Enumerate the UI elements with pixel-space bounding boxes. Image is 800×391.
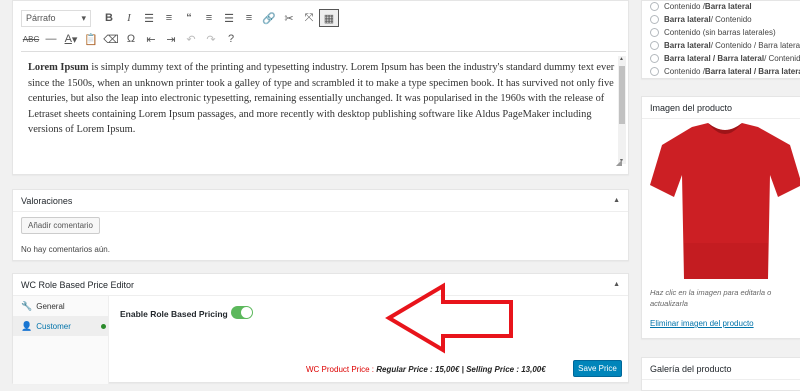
bold-icon[interactable]: B bbox=[99, 9, 119, 27]
unlink-icon[interactable]: ✂ bbox=[279, 9, 299, 27]
clear-formatting-icon[interactable]: ⌫ bbox=[101, 30, 121, 48]
blockquote-icon[interactable]: “ bbox=[179, 9, 199, 27]
role-price-title: WC Role Based Price Editor bbox=[21, 279, 135, 290]
remove-image-link[interactable]: Eliminar imagen del producto bbox=[650, 319, 754, 328]
scrollbar-thumb[interactable] bbox=[619, 66, 625, 124]
wc-product-price: WC Product Price : Regular Price : 15,00… bbox=[306, 365, 546, 374]
format-select[interactable]: Párrafo ▾ bbox=[21, 9, 91, 27]
price-detail: Regular Price : 15,00€ | Selling Price :… bbox=[376, 365, 546, 374]
italic-icon[interactable]: I bbox=[119, 9, 139, 27]
editor-text-area[interactable]: Lorem Ipsum is simply dummy text of the … bbox=[21, 51, 626, 171]
radio-button[interactable] bbox=[650, 54, 659, 63]
radio-button[interactable] bbox=[650, 15, 659, 24]
radio-button[interactable] bbox=[650, 67, 659, 76]
numbered-list-icon[interactable]: ≡ bbox=[159, 9, 179, 27]
template-option-label-b: / Contenido / Barra lateral bbox=[710, 41, 800, 50]
template-option-label-b: / Contenido bbox=[710, 15, 752, 24]
role-tabs: 🔧 General 👤 Customer bbox=[13, 296, 109, 384]
tab-customer[interactable]: 👤 Customer bbox=[13, 316, 108, 336]
link-icon[interactable]: 🔗 bbox=[259, 9, 279, 27]
resize-handle-icon[interactable]: ◢ bbox=[616, 158, 622, 167]
undo-icon[interactable]: ↶ bbox=[181, 30, 201, 48]
template-option[interactable]: Barra lateral / Contenido / Barra latera… bbox=[650, 41, 800, 50]
product-gallery-header[interactable]: Galería del producto bbox=[642, 358, 800, 380]
collapse-arrow-icon[interactable]: ▲ bbox=[613, 197, 620, 204]
template-option[interactable]: Barra lateral / Barra lateral / Contenid… bbox=[650, 54, 800, 63]
status-dot bbox=[100, 323, 106, 329]
toggle-knob bbox=[241, 307, 252, 318]
image-help-text: Haz clic en la imagen para editarla o ac… bbox=[650, 288, 772, 308]
radio-button[interactable] bbox=[650, 41, 659, 50]
role-price-header[interactable]: WC Role Based Price Editor ▲ bbox=[13, 274, 628, 296]
strikethrough-icon[interactable]: ABC bbox=[21, 30, 41, 48]
outdent-icon[interactable]: ⇤ bbox=[141, 30, 161, 48]
product-image-header[interactable]: Imagen del producto bbox=[642, 97, 800, 119]
template-option-label-a: Barra lateral bbox=[664, 41, 711, 50]
reviews-panel: Valoraciones ▲ Añadir comentario No hay … bbox=[12, 189, 629, 261]
product-gallery-title: Galería del producto bbox=[650, 363, 732, 374]
tab-customer-label: Customer bbox=[36, 321, 71, 331]
user-icon: 👤 bbox=[21, 320, 33, 331]
enable-role-pricing-toggle[interactable] bbox=[231, 306, 253, 319]
align-center-icon[interactable]: ☰ bbox=[219, 9, 239, 27]
reviews-title: Valoraciones bbox=[21, 195, 73, 206]
template-option[interactable]: Contenido / Barra lateral bbox=[650, 2, 752, 11]
product-gallery-panel: Galería del producto bbox=[641, 357, 800, 391]
no-comments-text: No hay comentarios aún. bbox=[21, 245, 110, 254]
template-option-label-a: Contenido / bbox=[664, 67, 705, 76]
bulleted-list-icon[interactable]: ☰ bbox=[139, 9, 159, 27]
template-option-label-a: Barra lateral bbox=[664, 15, 711, 24]
save-price-button[interactable]: Save Price bbox=[573, 360, 622, 377]
template-option-label-b: Barra lateral bbox=[704, 2, 752, 11]
role-price-editor-panel: WC Role Based Price Editor ▲ 🔧 General 👤… bbox=[12, 273, 629, 384]
text-color-icon[interactable]: A ▾ bbox=[61, 30, 81, 48]
template-option[interactable]: Barra lateral / Contenido bbox=[650, 15, 752, 24]
product-image-panel: Imagen del producto Haz clic en la image… bbox=[641, 96, 800, 339]
page-template-panel: Contenido / Barra lateral Barra lateral … bbox=[641, 0, 800, 79]
red-arrow-annotation bbox=[385, 282, 513, 354]
template-option[interactable]: Contenido / Barra lateral / Barra latera… bbox=[650, 67, 800, 76]
tab-general[interactable]: 🔧 General bbox=[13, 296, 108, 316]
enable-role-pricing-label: Enable Role Based Pricing bbox=[120, 309, 228, 319]
scroll-up-icon[interactable]: ▲ bbox=[619, 56, 624, 62]
editor-toolbar-row-2: ABC — A ▾ 📋 ⌫ Ω ⇤ ⇥ ↶ ↷ ? bbox=[21, 30, 241, 48]
price-prefix: WC Product Price : bbox=[306, 365, 377, 374]
help-icon[interactable]: ? bbox=[221, 30, 241, 48]
product-image-title: Imagen del producto bbox=[650, 102, 733, 113]
radio-button[interactable] bbox=[650, 2, 659, 11]
editor-content-bold: Lorem Ipsum bbox=[28, 62, 89, 73]
editor-toolbar-row-1: Párrafo ▾ B I ☰ ≡ “ ≡ ☰ ≡ 🔗 ✂ ⤧ ▦ bbox=[21, 9, 339, 27]
template-option-label-a: Contenido / bbox=[664, 2, 705, 11]
format-select-value: Párrafo bbox=[26, 13, 56, 23]
template-option-label-b: Barra lateral / Barra lateral bbox=[704, 67, 800, 76]
special-char-icon[interactable]: Ω bbox=[121, 30, 141, 48]
paste-text-icon[interactable]: 📋 bbox=[81, 30, 101, 48]
reviews-header[interactable]: Valoraciones ▲ bbox=[13, 190, 628, 212]
chevron-down-icon: ▾ bbox=[81, 12, 86, 23]
indent-icon[interactable]: ⇥ bbox=[161, 30, 181, 48]
align-left-icon[interactable]: ≡ bbox=[199, 9, 219, 27]
collapse-arrow-icon[interactable]: ▲ bbox=[613, 281, 620, 288]
fullscreen-icon[interactable]: ⤧ bbox=[299, 9, 319, 27]
editor-scrollbar[interactable]: ▲ ▼ bbox=[618, 56, 626, 164]
radio-button[interactable] bbox=[650, 28, 659, 37]
editor-content[interactable]: Lorem Ipsum is simply dummy text of the … bbox=[28, 60, 616, 138]
template-option-label-a: Contenido (sin barras laterales) bbox=[664, 28, 776, 37]
redo-icon[interactable]: ↷ bbox=[201, 30, 221, 48]
add-comment-button[interactable]: Añadir comentario bbox=[21, 217, 100, 234]
template-option-label-a: Barra lateral / Barra lateral bbox=[664, 54, 765, 63]
product-image-tshirt[interactable] bbox=[650, 123, 800, 281]
editor-content-body: is simply dummy text of the printing and… bbox=[28, 62, 615, 136]
horizontal-line-icon[interactable]: — bbox=[41, 30, 61, 48]
align-right-icon[interactable]: ≡ bbox=[239, 9, 259, 27]
toolbar-toggle-icon[interactable]: ▦ bbox=[319, 9, 339, 27]
template-option[interactable]: Contenido (sin barras laterales) bbox=[650, 28, 776, 37]
wrench-icon: 🔧 bbox=[21, 300, 33, 311]
template-option-label-b: / Contenido bbox=[764, 54, 800, 63]
tab-general-label: General bbox=[36, 301, 65, 311]
content-editor: Párrafo ▾ B I ☰ ≡ “ ≡ ☰ ≡ 🔗 ✂ ⤧ ▦ ABC — … bbox=[12, 0, 629, 175]
